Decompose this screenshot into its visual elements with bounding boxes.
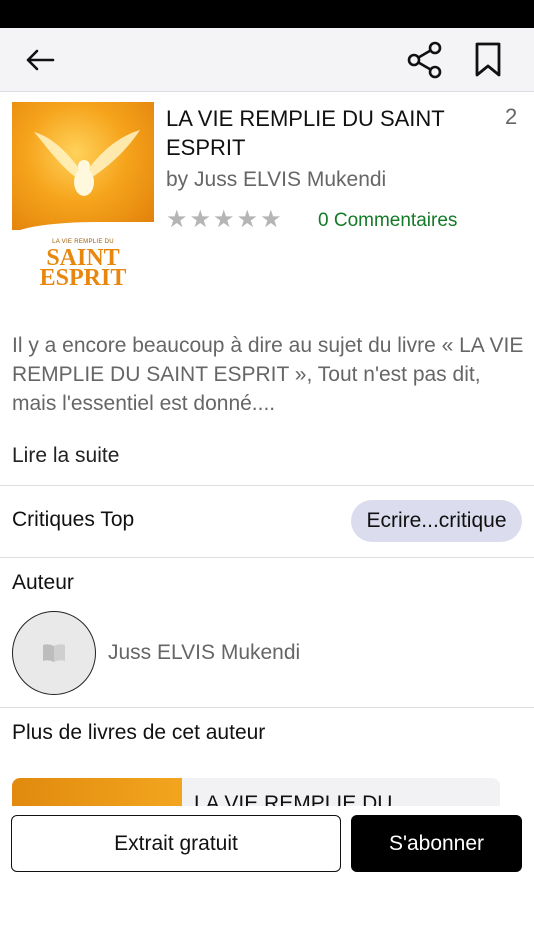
book-title: LA VIE REMPLIE DU SAINT ESPRIT <box>166 106 445 160</box>
top-nav-bar <box>0 28 534 92</box>
star-icon: ★ <box>260 206 282 233</box>
author-avatar[interactable] <box>12 611 96 695</box>
book-description: Il y a encore beaucoup à dire au sujet d… <box>12 334 524 415</box>
comments-link[interactable]: 0 Commentaires <box>318 210 457 232</box>
star-icon: ★ <box>236 206 259 233</box>
back-button[interactable] <box>20 42 60 78</box>
bookmark-icon <box>475 42 501 77</box>
share-icon <box>407 41 442 79</box>
write-review-button[interactable]: Ecrire...critique <box>351 500 522 542</box>
book-count: 2 <box>505 104 518 129</box>
bookmark-button[interactable] <box>468 40 508 80</box>
cover-artwork <box>12 102 154 230</box>
book-cover[interactable]: LA VIE REMPLIE DU SAINT ESPRIT <box>12 102 154 292</box>
dove-icon <box>34 130 140 196</box>
author-name[interactable]: Juss ELVIS Mukendi <box>108 641 300 665</box>
reviews-heading: Critiques Top <box>12 508 135 531</box>
bottom-action-bar: Extrait gratuit S'abonner <box>0 806 534 950</box>
divider <box>0 707 534 708</box>
divider <box>0 557 534 558</box>
star-icon: ★ <box>166 206 188 233</box>
star-icon: ★ <box>189 206 212 233</box>
share-button[interactable] <box>404 40 446 80</box>
more-books-heading: Plus de livres de cet auteur <box>12 721 266 744</box>
author-heading: Auteur <box>12 571 74 594</box>
divider <box>0 485 534 486</box>
subscribe-button[interactable]: S'abonner <box>351 815 522 872</box>
rating-stars[interactable]: ★ ★ ★ ★ ★ <box>166 206 282 234</box>
book-icon <box>43 644 65 662</box>
status-bar <box>0 0 534 28</box>
cover-big-text: SAINT ESPRIT <box>39 245 127 291</box>
book-author[interactable]: by Juss ELVIS Mukendi <box>166 168 386 192</box>
read-more-link[interactable]: Lire la suite <box>12 444 119 468</box>
free-excerpt-button[interactable]: Extrait gratuit <box>11 815 341 872</box>
star-icon: ★ <box>213 206 235 233</box>
back-arrow-icon <box>26 49 55 71</box>
